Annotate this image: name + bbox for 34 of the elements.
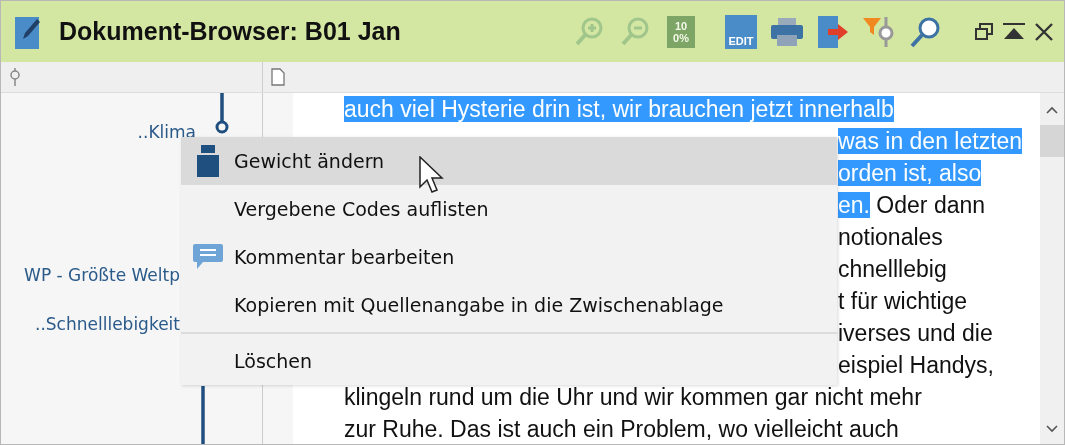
zoom-in-icon	[574, 15, 604, 48]
comment-icon	[192, 244, 223, 270]
menu-item[interactable]: Vergebene Codes auflisten	[181, 185, 837, 233]
text-line: iverses und die	[838, 319, 993, 348]
scrollbar[interactable]	[1040, 93, 1064, 444]
menu-item[interactable]: Gewicht ändern	[181, 137, 837, 185]
code-label[interactable]: ..Schnelllebigkeit	[35, 314, 180, 334]
scroll-up-icon[interactable]	[1045, 105, 1059, 115]
text-line: chnelllebig	[838, 255, 947, 284]
search-icon	[909, 15, 941, 48]
text-line: klingeln rund um die Uhr und wir kommen gar nicht mehr	[344, 383, 922, 412]
text-line: zur Ruhe. Das ist auch ein Problem, wo vielleicht auch	[344, 415, 899, 444]
text-line: en. Oder dann	[838, 191, 986, 220]
pin-icon	[9, 68, 21, 86]
scroll-thumb[interactable]	[1040, 125, 1064, 157]
text-line: notionales	[838, 223, 943, 252]
printer-icon	[770, 16, 804, 47]
text-line: eispiel Handys,	[838, 351, 994, 380]
code-label[interactable]: WP - Größte Weltp	[24, 265, 180, 285]
scroll-down-icon[interactable]	[1045, 424, 1059, 434]
menu-item[interactable]: Kommentar bearbeiten	[181, 233, 837, 281]
mouse-pointer-icon	[419, 156, 445, 194]
document-icon	[15, 14, 41, 49]
window-title: Dokument-Browser: B01 Jan	[59, 17, 402, 46]
filter-icon	[862, 14, 896, 49]
zoom-out-icon	[620, 15, 650, 48]
menu-item[interactable]: Löschen	[181, 337, 837, 385]
weight-icon	[196, 145, 219, 177]
menu-item[interactable]: Kopieren mit Quellenangabe in die Zwischenablage	[181, 281, 837, 329]
export-icon	[816, 14, 850, 49]
actual-size-icon: 100%	[667, 15, 695, 48]
page-icon	[271, 68, 285, 86]
text-line: t für wichtige	[838, 287, 968, 316]
code-line	[201, 386, 205, 444]
